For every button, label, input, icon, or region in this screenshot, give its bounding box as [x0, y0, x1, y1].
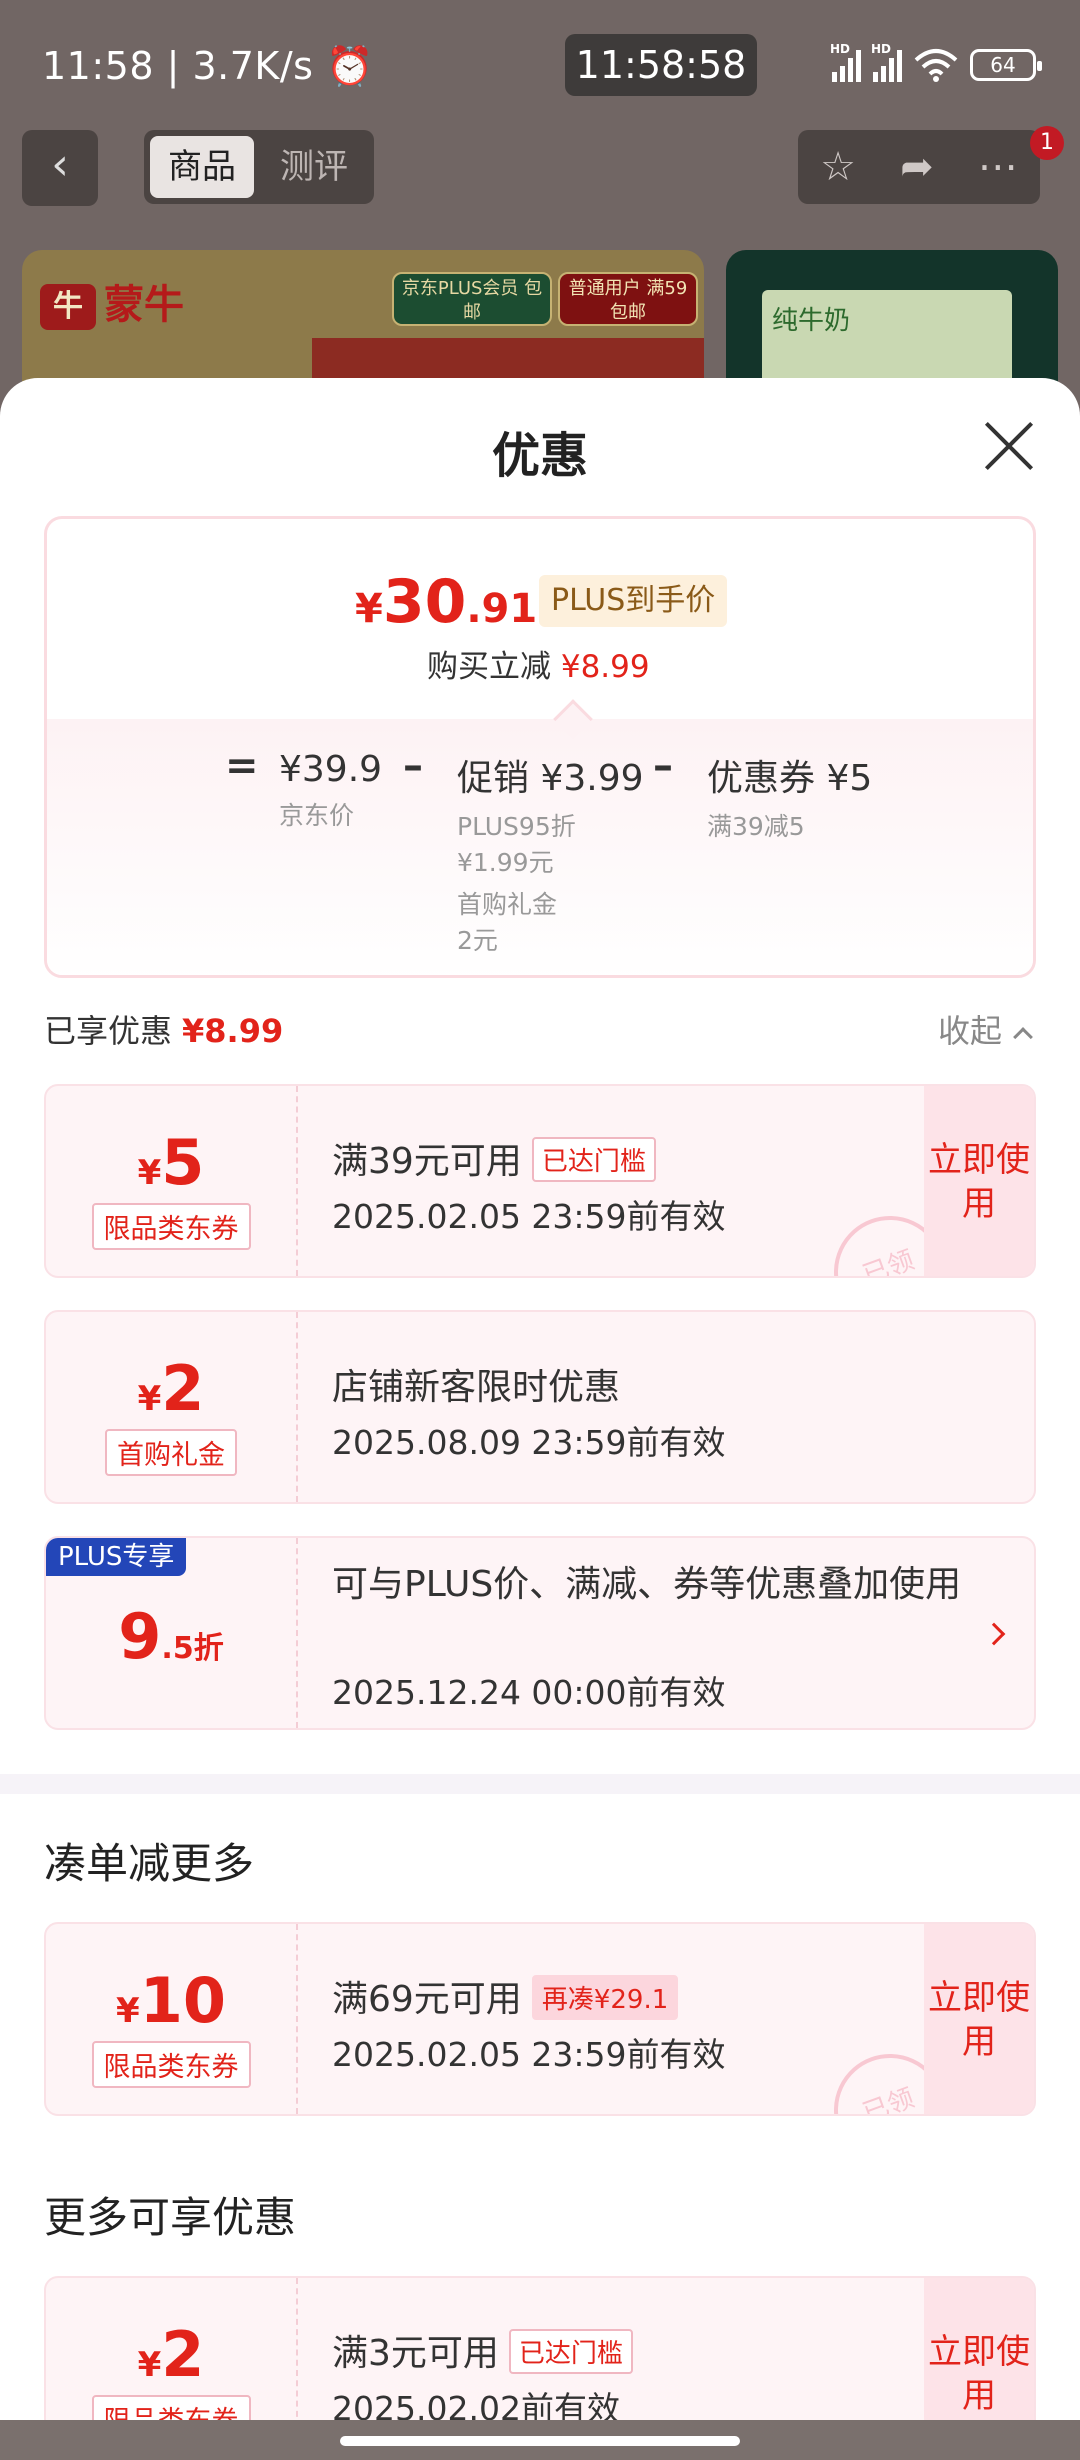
milk-box-image: 纯牛奶 [762, 290, 1012, 390]
section-title-available: 更多可享优惠 [44, 2193, 297, 2242]
status-time-speed: 11:58 | 3.7K/s ⏰ [42, 44, 374, 88]
status-icons: HD HD 64 [830, 42, 1042, 82]
more-icon[interactable]: ⋯ [978, 144, 1018, 190]
close-icon[interactable] [980, 418, 1036, 474]
use-now-button[interactable]: 立即使用 [924, 2278, 1034, 2420]
coupon-type-tag: 限品类东券 [91, 1203, 251, 1250]
signal-icon: HD [830, 42, 861, 82]
threshold-chip: 已达门槛 [531, 1136, 656, 1182]
threshold-chip: 已达门槛 [508, 2328, 633, 2374]
coupon-card-gift: ¥2 首购礼金 店铺新客限时优惠 2025.08.09 23:59前有效 [44, 1310, 1036, 1504]
status-bar: 11:58 | 3.7K/s ⏰ 11:58:58 HD HD 64 [0, 0, 1080, 130]
minus-sign: – [403, 743, 423, 789]
coupon-type-tag: 限品类东券 [91, 2041, 251, 2088]
coupon-type-tag: 限品类东券 [91, 2395, 251, 2420]
plus-exclusive-badge: PLUS专享 [46, 1538, 187, 1576]
alarm-icon: ⏰ [326, 44, 374, 88]
add-on-chip: 再凑¥29.1 [531, 1974, 679, 2020]
action-buttons: ☆ ➦ ⋯ [798, 130, 1040, 204]
enjoyed-discount: 已享优惠 ¥8.99 [44, 1012, 284, 1050]
minus-sign-2: – [653, 743, 673, 789]
battery-icon: 64 [970, 49, 1042, 81]
equals-sign: = [225, 743, 259, 789]
final-price: ¥30.91 [355, 567, 538, 637]
use-now-button[interactable]: 立即使用 [924, 1924, 1034, 2114]
background-page: 11:58 | 3.7K/s ⏰ 11:58:58 HD HD 64 ‹ 商品 … [0, 0, 1080, 420]
wifi-icon [914, 49, 958, 82]
section-divider [0, 1774, 1080, 1794]
normal-shipping-pill: 普通用户 满59包邮 [558, 272, 698, 326]
section-title-more: 凑单减更多 [44, 1839, 255, 1888]
tab-review[interactable]: 测评 [262, 136, 366, 198]
back-button[interactable]: ‹ [22, 130, 98, 206]
coupon-discount: 优惠券 ¥5 满39减5 [707, 758, 873, 841]
discount-sheet: 优惠 ¥30.91 PLUS到手价 购买立减 ¥8.99 = ¥39.9 京东价… [0, 378, 1080, 2420]
collapse-toggle[interactable]: 收起 [938, 1006, 1033, 1052]
product-nav: ‹ 商品 测评 ☆ ➦ ⋯ 1 [0, 126, 1080, 208]
star-icon[interactable]: ☆ [820, 144, 856, 190]
plus-shipping-pill: 京东PLUS会员 包邮 [392, 272, 552, 326]
coupon-type-tag: 首购礼金 [105, 1429, 237, 1476]
promo-discount: 促销 ¥3.99 PLUS95折 ¥1.99元 首购礼金 2元 [457, 758, 644, 955]
brand-logo: 牛蒙牛 [40, 272, 184, 330]
status-clock: 11:58:58 [565, 34, 757, 96]
coupon-card: ¥5 限品类东券 满39元可用 已达门槛 2025.02.05 23:59前有效 … [44, 1084, 1036, 1278]
plus-discount-card[interactable]: 9.5折 PLUS专享 可与PLUS价、满减、券等优惠叠加使用 2025.12.… [44, 1536, 1036, 1730]
sheet-title: 优惠 [491, 428, 588, 484]
coupon-card-add-on: ¥10 限品类东券 满69元可用 再凑¥29.1 2025.02.05 23:59… [44, 1922, 1036, 2116]
price-summary: ¥30.91 PLUS到手价 购买立减 ¥8.99 = ¥39.9 京东价 – … [44, 516, 1036, 978]
home-indicator[interactable] [340, 2436, 740, 2446]
share-icon[interactable]: ➦ [900, 144, 934, 190]
use-now-button[interactable]: 立即使用 [924, 1086, 1034, 1276]
jd-price: ¥39.9 京东价 [279, 749, 383, 830]
chevron-up-icon [1013, 1027, 1033, 1047]
instant-discount: 购买立减 ¥8.99 [427, 649, 650, 685]
signal-icon-2: HD [871, 42, 902, 82]
plus-price-tag: PLUS到手价 [539, 575, 728, 627]
tab-group: 商品 测评 [144, 130, 374, 204]
chevron-right-icon [982, 1622, 1006, 1646]
notification-badge: 1 [1030, 126, 1064, 160]
back-arrow-icon: ‹ [51, 139, 69, 190]
coupon-card-available: ¥2 限品类东券 满3元可用已达门槛 2025.02.02前有效 立即使用 [44, 2276, 1036, 2420]
tab-product[interactable]: 商品 [150, 136, 254, 198]
